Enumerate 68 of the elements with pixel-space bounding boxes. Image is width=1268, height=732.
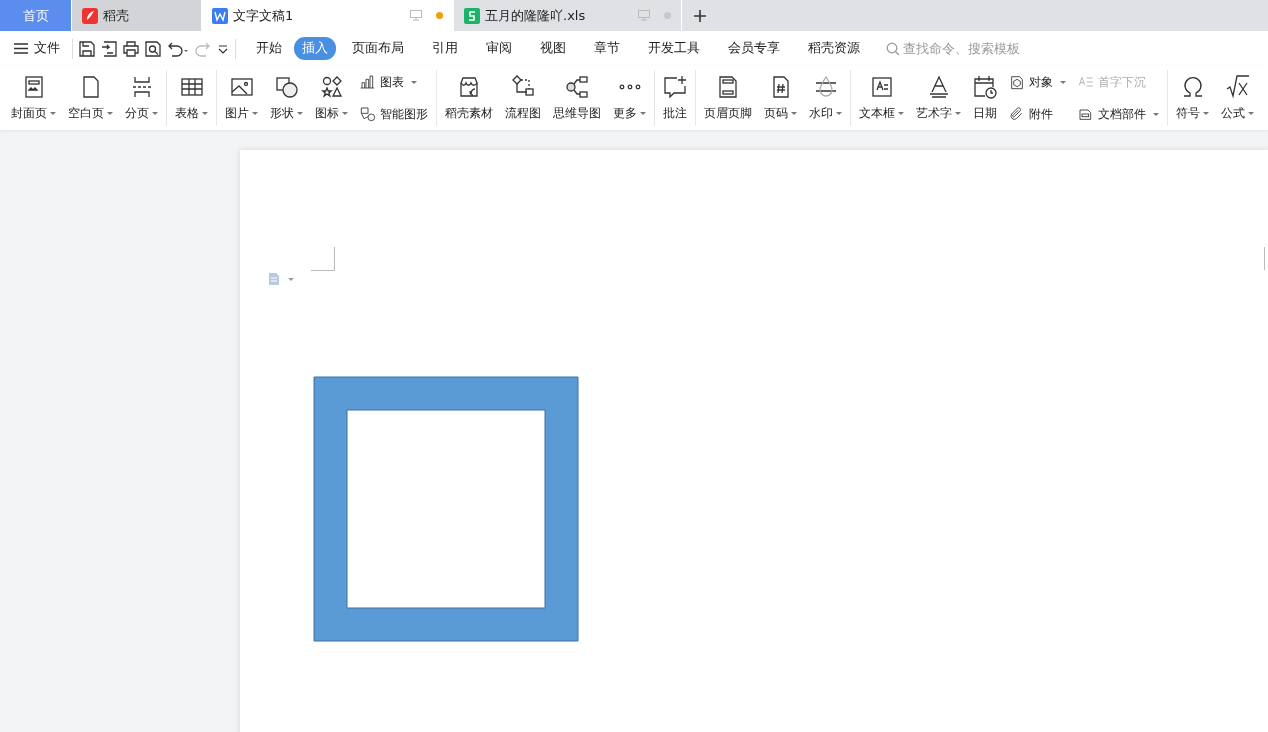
- ribbon-button[interactable]: 封面页: [6, 72, 61, 124]
- ribbon-button[interactable]: 图标: [310, 72, 353, 124]
- print-preview-icon[interactable]: [145, 40, 161, 57]
- ribbon-tab[interactable]: 稻壳资源: [796, 37, 872, 60]
- ribbon-button[interactable]: 批注: [658, 72, 692, 124]
- more-icon: [618, 83, 641, 90]
- formula-icon: [1225, 74, 1250, 99]
- new-tab-icon[interactable]: [694, 9, 706, 22]
- margin-corner-mark: [1264, 247, 1268, 270]
- ribbon-button[interactable]: 日期: [968, 72, 1002, 124]
- ribbon-button[interactable]: 附件: [1009, 102, 1066, 126]
- ribbon-button[interactable]: 公式: [1216, 72, 1259, 124]
- ribbon-tab[interactable]: 开始: [248, 37, 290, 60]
- ribbon-button[interactable]: 形状: [265, 72, 308, 124]
- ribbon-tab[interactable]: 章节: [582, 37, 632, 60]
- ribbon-tab[interactable]: 视图: [528, 37, 578, 60]
- ribbon-tab[interactable]: 开发工具: [636, 37, 712, 60]
- command-search-field[interactable]: 查找命令、搜索模板: [886, 41, 1043, 56]
- calendar-icon: [973, 74, 997, 99]
- ribbon-button[interactable]: 图表: [360, 70, 428, 94]
- flowchart-icon: [511, 74, 535, 99]
- ribbon-button[interactable]: 文档部件: [1078, 102, 1159, 126]
- ribbon-button[interactable]: 分页: [120, 72, 163, 124]
- tab-label: 稻壳: [103, 6, 129, 25]
- ribbon-tab[interactable]: 引用: [420, 37, 470, 60]
- icons-icon: [319, 74, 344, 99]
- file-menu-button[interactable]: 文件: [14, 40, 66, 57]
- ribbon-button[interactable]: 流程图: [500, 72, 546, 124]
- save-icon[interactable]: [79, 40, 95, 57]
- margin-corner-mark: [311, 247, 335, 271]
- app-logo-icon: [82, 7, 98, 24]
- ribbon-button[interactable]: 更多: [608, 72, 651, 124]
- ribbon-button[interactable]: 艺术字: [911, 72, 966, 124]
- ribbon-button[interactable]: 页眉页脚: [699, 72, 757, 124]
- ribbon-tab[interactable]: 审阅: [474, 37, 524, 60]
- ribbon-button[interactable]: 水印: [804, 72, 847, 124]
- ribbon-button[interactable]: 文本框: [854, 72, 909, 124]
- frame-shape[interactable]: [313, 376, 579, 642]
- print-icon[interactable]: [123, 40, 139, 57]
- ribbon-button[interactable]: 空白页: [63, 72, 118, 124]
- export-icon[interactable]: [101, 40, 117, 57]
- ribbon-tab[interactable]: 会员专享: [716, 37, 792, 60]
- search-icon: [886, 41, 900, 56]
- comment-icon: [663, 74, 687, 99]
- ribbon-button[interactable]: 图片: [220, 72, 263, 124]
- ribbon-button[interactable]: 页码: [759, 72, 802, 124]
- document-tab[interactable]: 稻壳: [72, 0, 202, 31]
- ribbon-button[interactable]: 思维导图: [548, 72, 606, 124]
- ribbon-tab[interactable]: 页面布局: [340, 37, 416, 60]
- watermark-icon: [813, 74, 838, 99]
- spreadsheet-logo-icon: [464, 7, 480, 24]
- header-footer-icon: [716, 74, 740, 99]
- writer-logo-icon: [212, 7, 228, 24]
- tab-label: 文字文稿1: [233, 6, 294, 25]
- ribbon-button[interactable]: 智能图形: [360, 102, 428, 126]
- mind-map-icon: [565, 74, 589, 99]
- shapes-icon: [274, 74, 299, 99]
- document-tab[interactable]: 文字文稿1: [202, 0, 454, 31]
- store-icon: [457, 74, 481, 99]
- ribbon-button[interactable]: 稻壳素材: [440, 72, 498, 124]
- tab-label: 首页: [22, 6, 49, 25]
- tab-label: 五月的隆隆吖.xls: [485, 6, 586, 25]
- text-box-icon: [869, 74, 894, 99]
- ribbon-button[interactable]: 表格: [170, 72, 213, 124]
- ribbon-button[interactable]: 对象: [1009, 70, 1066, 94]
- menu-icon: [14, 43, 28, 54]
- ribbon-button[interactable]: 符号: [1171, 72, 1214, 124]
- undo-icon[interactable]: [167, 40, 189, 57]
